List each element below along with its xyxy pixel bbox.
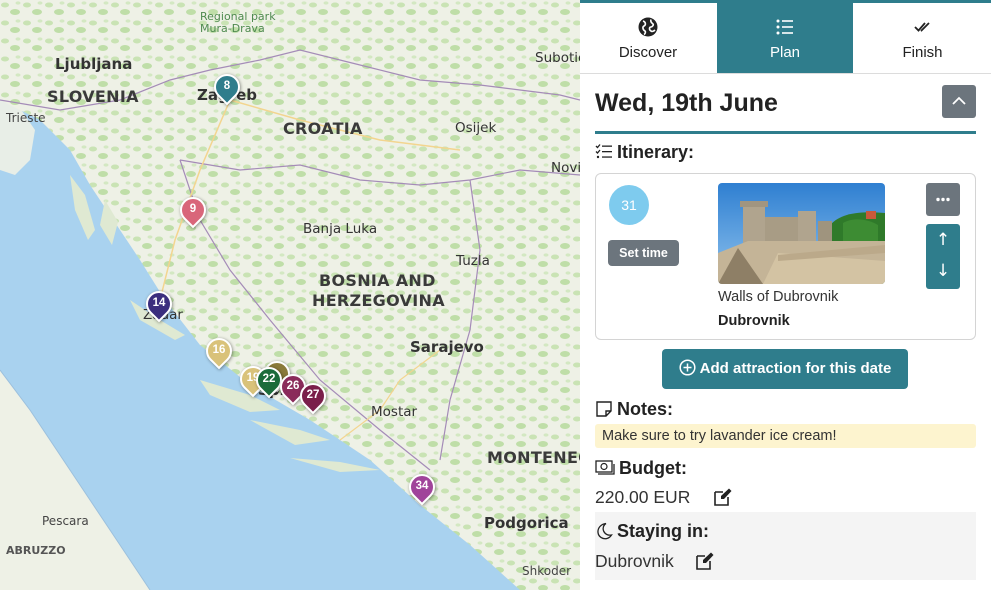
double-check-icon [913, 22, 930, 32]
tab-label: Discover [618, 44, 678, 61]
map-marker[interactable]: 34 [403, 468, 441, 508]
map-marker[interactable]: 16 [200, 332, 238, 372]
planner-panel: Discover Plan Finish Wed, 19th June Itin… [580, 0, 991, 590]
map-label-tuzla: Tuzla [456, 253, 490, 269]
itinerary-heading-text: Itinerary: [617, 142, 695, 162]
map-label-slovenia: SLOVENIA [47, 87, 139, 106]
attraction-city: Dubrovnik [718, 313, 790, 329]
map-label-subotica: Subotic [535, 50, 580, 66]
map-label-banja-luka: Banja Luka [303, 221, 378, 237]
move-down-icon[interactable]: ↓ [926, 261, 960, 281]
map-label-osijek: Osijek [455, 120, 497, 136]
map-label-novi: Novi [551, 160, 580, 176]
map-label-bih-line1: BOSNIA AND [319, 271, 436, 290]
map-marker[interactable]: 8 [208, 68, 246, 108]
staying-value: Dubrovnik [595, 551, 674, 571]
map-marker[interactable]: 27 [294, 377, 332, 417]
edit-staying-icon[interactable] [695, 551, 715, 571]
map-marker[interactable]: 9 [174, 191, 212, 231]
map-label-montenegro: MONTENEC [487, 448, 580, 467]
notes-heading-text: Notes: [617, 399, 674, 419]
tab-label: Finish [902, 44, 943, 61]
tab-finish[interactable]: Finish [854, 3, 991, 73]
map[interactable]: Regional park Mura-Drava Ljubljana SLOVE… [0, 0, 580, 590]
cash-icon [595, 460, 615, 475]
moon-icon [597, 522, 613, 540]
map-label-pescara: Pescara [42, 514, 89, 528]
map-label-abruzzo: ABRUZZO [6, 544, 66, 557]
staying-heading-text: Staying in: [617, 521, 710, 541]
reorder-buttons: ↑ ↓ [926, 224, 960, 289]
map-label-croatia: CROATIA [283, 119, 363, 138]
map-label-ljubljana: Ljubljana [55, 55, 133, 73]
add-attraction-label: Add attraction for this date [699, 360, 892, 377]
notes-heading: Notes: [595, 399, 673, 420]
edit-budget-icon[interactable] [713, 487, 733, 507]
map-marker[interactable]: 22 [250, 361, 288, 401]
itinerary-heading: Itinerary: [595, 142, 694, 163]
map-label-sarajevo: Sarajevo [410, 338, 484, 356]
day-title: Wed, 19th June [595, 89, 778, 117]
map-label-bih-line2: HERZEGOVINA [312, 291, 445, 310]
chevron-up-icon [952, 96, 966, 105]
list-check-icon [595, 144, 612, 159]
ellipsis-icon [936, 197, 950, 202]
map-label-mostar: Mostar [371, 404, 418, 420]
title-divider [595, 131, 976, 134]
map-label-podgorica: Podgorica [484, 514, 569, 532]
list-icon [776, 19, 793, 35]
map-label-trieste: Trieste [6, 111, 46, 125]
item-order-badge: 31 [609, 185, 649, 225]
tab-bar: Discover Plan Finish [580, 3, 991, 74]
map-label-park: Regional park Mura-Drava [200, 10, 276, 35]
set-time-button[interactable]: Set time [608, 240, 679, 266]
more-options-button[interactable] [926, 183, 960, 216]
plus-circle-icon [679, 359, 696, 376]
budget-value: 220.00 EUR [595, 487, 691, 507]
attraction-photo[interactable] [718, 183, 885, 284]
tab-label: Plan [769, 44, 801, 61]
collapse-button[interactable] [942, 85, 976, 118]
map-marker[interactable]: 14 [140, 285, 178, 325]
tab-discover[interactable]: Discover [580, 3, 716, 73]
move-up-icon[interactable]: ↑ [926, 230, 960, 250]
tab-plan[interactable]: Plan [717, 3, 853, 73]
add-attraction-button[interactable]: Add attraction for this date [662, 349, 908, 389]
budget-heading: Budget: [595, 458, 687, 479]
staying-heading: Staying in: [595, 521, 709, 542]
attraction-name[interactable]: Walls of Dubrovnik [718, 289, 838, 305]
notes-text[interactable]: Make sure to try lavander ice cream! [595, 424, 976, 448]
itinerary-item-card: 31 Set time Walls of Dubrovnik Dubrovnik… [595, 173, 976, 340]
map-label-shkoder: Shkoder [522, 564, 572, 578]
budget-heading-text: Budget: [619, 458, 687, 478]
sticky-note-icon [596, 401, 612, 417]
globe-icon [638, 17, 658, 37]
attraction-image [718, 183, 885, 284]
